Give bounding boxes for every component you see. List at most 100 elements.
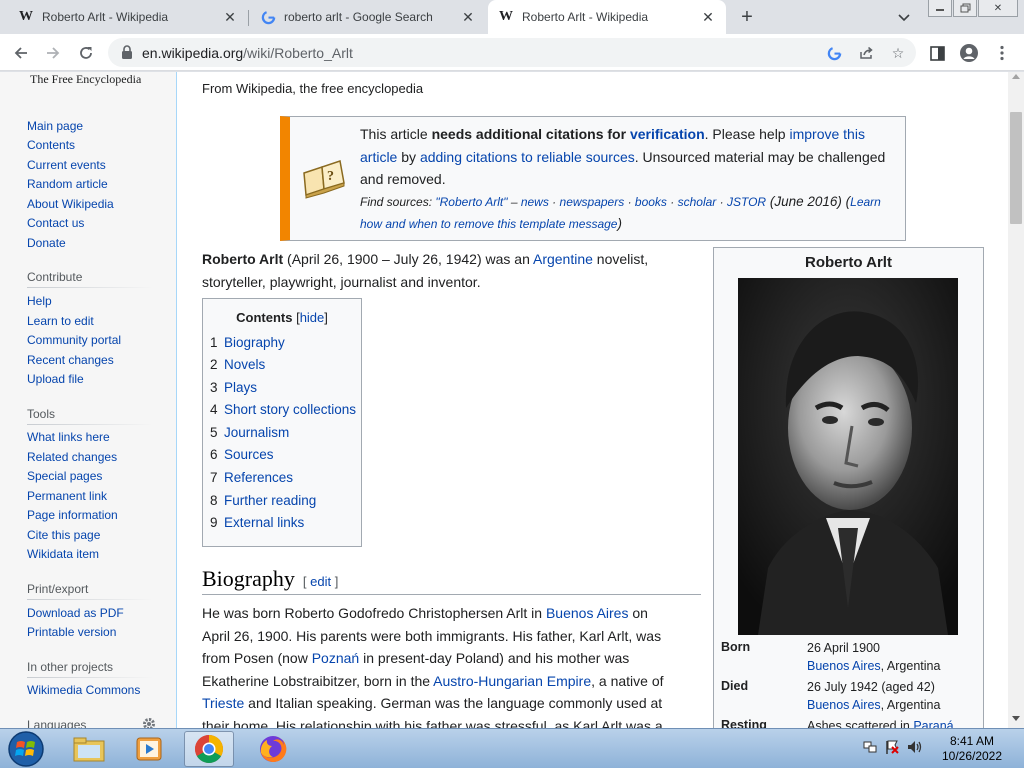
taskbar-media-player[interactable] <box>124 731 174 767</box>
verification-link[interactable]: verification <box>630 126 705 142</box>
sidebar-item-printable-version[interactable]: Printable version <box>27 625 116 639</box>
buenos-aires-link[interactable]: Buenos Aires <box>546 605 629 621</box>
sidebar-item-recent-changes[interactable]: Recent changes <box>27 353 114 367</box>
sidebar-item-help[interactable]: Help <box>27 294 52 308</box>
source-link-jstor[interactable]: JSTOR <box>727 195 766 209</box>
restore-button[interactable] <box>953 0 977 17</box>
edit-section-link[interactable]: edit <box>310 574 331 589</box>
sidebar-item-community-portal[interactable]: Community portal <box>27 333 121 347</box>
page-scrollbar[interactable] <box>1008 72 1024 728</box>
tab-google-search[interactable]: roberto arlt - Google Search ✕ <box>250 0 486 34</box>
toc-hide-link[interactable]: hide <box>300 310 325 325</box>
back-button[interactable] <box>8 40 34 66</box>
source-link-books[interactable]: books <box>635 195 667 209</box>
adding-citations-link[interactable]: adding citations to reliable sources <box>420 149 635 165</box>
wikipedia-tagline: The Free Encyclopedia <box>30 72 142 86</box>
toc-link[interactable]: Further reading <box>224 493 316 508</box>
toc-item-biography[interactable]: 1 Biography <box>210 335 285 350</box>
close-tab-icon[interactable]: ✕ <box>460 9 476 25</box>
toc-item-external-links[interactable]: 9 External links <box>210 515 304 530</box>
source-link-scholar[interactable]: scholar <box>678 195 717 209</box>
sidebar-item-page-information[interactable]: Page information <box>27 508 118 522</box>
taskbar-firefox[interactable] <box>248 731 298 767</box>
side-panel-button[interactable] <box>924 40 950 66</box>
sidebar-item-wikimedia-commons[interactable]: Wikimedia Commons <box>27 683 140 697</box>
toc-item-sources[interactable]: 6 Sources <box>210 447 274 462</box>
argentine-link[interactable]: Argentine <box>533 251 593 267</box>
forward-button[interactable] <box>40 40 66 66</box>
sidebar-heading-contribute: Contribute <box>27 270 83 284</box>
google-icon <box>260 9 276 25</box>
toc-item-references[interactable]: 7 References <box>210 470 293 485</box>
new-tab-button[interactable]: + <box>734 5 760 29</box>
menu-button[interactable] <box>989 40 1015 66</box>
toc-item-journalism[interactable]: 5 Journalism <box>210 425 289 440</box>
sidebar-item-random-article[interactable]: Random article <box>27 177 108 191</box>
source-link-newspapers[interactable]: newspapers <box>560 195 625 209</box>
taskbar-clock[interactable]: 8:41 AM 10/26/2022 <box>930 734 1014 764</box>
sidebar-item-learn-to-edit[interactable]: Learn to edit <box>27 314 94 328</box>
toc-item-plays[interactable]: 3 Plays <box>210 380 257 395</box>
tab-wikipedia-1[interactable]: W Roberto Arlt - Wikipedia ✕ <box>8 0 248 34</box>
sidebar-item-download-pdf[interactable]: Download as PDF <box>27 606 124 620</box>
find-sources-query-link[interactable]: "Roberto Arlt" <box>435 195 507 209</box>
toc-link[interactable]: Biography <box>224 335 285 350</box>
scroll-down-arrow-icon[interactable] <box>1012 716 1020 721</box>
scroll-up-arrow-icon[interactable] <box>1012 74 1020 79</box>
action-center-flag-icon[interactable] <box>884 739 900 755</box>
sidebar-item-special-pages[interactable]: Special pages <box>27 469 102 483</box>
language-settings-gear-icon[interactable] <box>141 716 157 728</box>
sidebar-item-donate[interactable]: Donate <box>27 236 66 250</box>
lock-icon[interactable] <box>120 45 134 60</box>
toc-link[interactable]: External links <box>224 515 304 530</box>
source-link-news[interactable]: news <box>521 195 549 209</box>
taskbar-file-explorer[interactable] <box>64 731 114 767</box>
google-lens-icon[interactable] <box>824 43 844 63</box>
toc-link[interactable]: Journalism <box>224 425 289 440</box>
close-window-button[interactable]: ✕ <box>978 0 1018 17</box>
toc-item-short-story-collections[interactable]: 4 Short story collections <box>210 402 356 417</box>
poznan-link[interactable]: Poznań <box>312 650 359 666</box>
sidebar-item-wikidata-item[interactable]: Wikidata item <box>27 547 99 561</box>
volume-icon[interactable] <box>906 739 924 755</box>
lead-paragraph: Roberto Arlt (April 26, 1900 – July 26, … <box>202 248 682 293</box>
toc-link[interactable]: Short story collections <box>224 402 356 417</box>
bookmark-star-icon[interactable]: ☆ <box>888 43 908 63</box>
tab-search-button[interactable] <box>893 8 915 28</box>
portrait-photo[interactable] <box>738 278 958 635</box>
start-button[interactable] <box>6 730 46 768</box>
toc-item-novels[interactable]: 2 Novels <box>210 357 265 372</box>
address-bar[interactable]: en.wikipedia.org/wiki/Roberto_Arlt ☆ <box>108 38 916 67</box>
reload-button[interactable] <box>73 40 99 66</box>
sidebar-item-what-links-here[interactable]: What links here <box>27 430 110 444</box>
died-place-link[interactable]: Buenos Aires <box>807 698 881 712</box>
trieste-link[interactable]: Trieste <box>202 695 244 711</box>
toc-link[interactable]: Sources <box>224 447 274 462</box>
parana-link[interactable]: Paraná <box>913 719 953 728</box>
close-tab-icon[interactable]: ✕ <box>700 9 716 25</box>
network-icon[interactable] <box>862 739 878 755</box>
toc-link[interactable]: Novels <box>224 357 265 372</box>
sidebar-item-contents[interactable]: Contents <box>27 138 75 152</box>
toc-link[interactable]: Plays <box>224 380 257 395</box>
share-icon[interactable] <box>856 43 876 63</box>
sidebar-item-main-page[interactable]: Main page <box>27 119 83 133</box>
sidebar-item-upload-file[interactable]: Upload file <box>27 372 84 386</box>
born-place-link[interactable]: Buenos Aires <box>807 659 881 673</box>
toc-link[interactable]: References <box>224 470 293 485</box>
sidebar-item-related-changes[interactable]: Related changes <box>27 450 117 464</box>
arrow-right-icon <box>47 47 60 59</box>
sidebar-item-permanent-link[interactable]: Permanent link <box>27 489 107 503</box>
toc-item-further-reading[interactable]: 8 Further reading <box>210 493 316 508</box>
taskbar-chrome[interactable] <box>184 731 234 767</box>
minimize-button[interactable] <box>928 0 952 17</box>
sidebar-item-contact[interactable]: Contact us <box>27 216 84 230</box>
austro-hungarian-empire-link[interactable]: Austro-Hungarian Empire <box>433 673 591 689</box>
scrollbar-thumb[interactable] <box>1010 112 1022 224</box>
sidebar-item-current-events[interactable]: Current events <box>27 158 106 172</box>
close-tab-icon[interactable]: ✕ <box>222 9 238 25</box>
sidebar-item-cite-this-page[interactable]: Cite this page <box>27 528 100 542</box>
tab-wikipedia-active[interactable]: W Roberto Arlt - Wikipedia ✕ <box>488 0 726 34</box>
sidebar-item-about[interactable]: About Wikipedia <box>27 197 114 211</box>
profile-button[interactable] <box>956 40 982 66</box>
